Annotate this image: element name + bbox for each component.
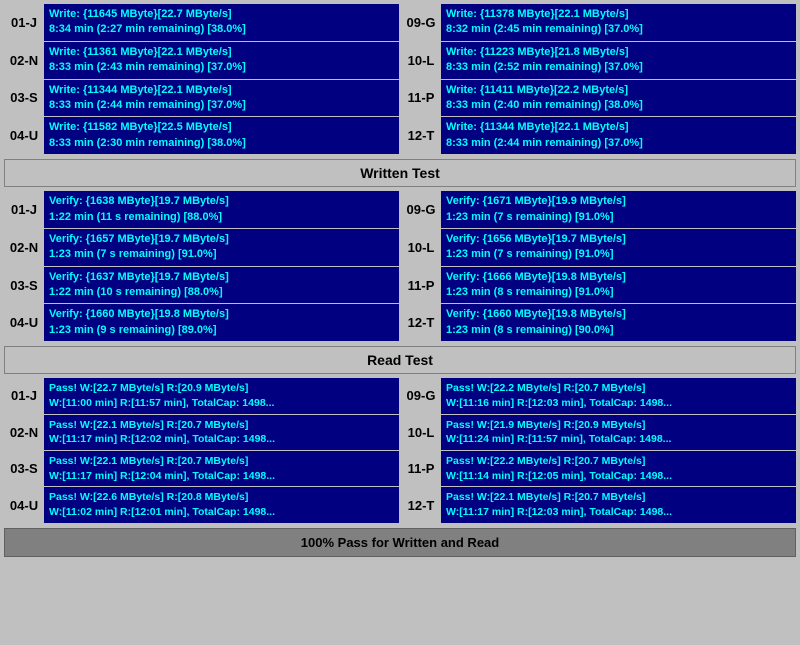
table-row: 10-L Pass! W:[21.9 MByte/s] R:[20.9 MByt…: [401, 415, 796, 450]
row-id: 09-G: [401, 378, 441, 413]
write-cell: Write: {11344 MByte}[22.1 MByte/s] 8:33 …: [44, 80, 399, 117]
row-id: 03-S: [4, 80, 44, 117]
row-id: 11-P: [401, 80, 441, 117]
table-row: 03-S Pass! W:[22.1 MByte/s] R:[20.7 MByt…: [4, 451, 399, 486]
write-cell: Write: {11378 MByte}[22.1 MByte/s] 8:32 …: [441, 4, 796, 41]
table-row: 12-T Write: {11344 MByte}[22.1 MByte/s] …: [401, 117, 796, 154]
row-id: 10-L: [401, 42, 441, 79]
verify-right-col: 09-G Verify: {1671 MByte}[19.9 MByte/s] …: [401, 191, 796, 342]
verify-cell: Verify: {1660 MByte}[19.8 MByte/s] 1:23 …: [441, 304, 796, 341]
verify-cell: Verify: {1657 MByte}[19.7 MByte/s] 1:23 …: [44, 229, 399, 266]
pass-cell: Pass! W:[22.1 MByte/s] R:[20.7 MByte/s] …: [44, 415, 399, 450]
row-id: 09-G: [401, 4, 441, 41]
verify-cell: Verify: {1637 MByte}[19.7 MByte/s] 1:22 …: [44, 267, 399, 304]
written-test-header: Written Test: [4, 159, 796, 187]
write-cell: Write: {11344 MByte}[22.1 MByte/s] 8:33 …: [441, 117, 796, 154]
pass-cell: Pass! W:[22.7 MByte/s] R:[20.9 MByte/s] …: [44, 378, 399, 413]
verify-section: 01-J Verify: {1638 MByte}[19.7 MByte/s] …: [4, 191, 796, 342]
row-id: 12-T: [401, 304, 441, 341]
pass-cell: Pass! W:[21.9 MByte/s] R:[20.9 MByte/s] …: [441, 415, 796, 450]
table-row: 11-P Pass! W:[22.2 MByte/s] R:[20.7 MByt…: [401, 451, 796, 486]
table-row: 12-T Verify: {1660 MByte}[19.8 MByte/s] …: [401, 304, 796, 341]
read-left-col: 01-J Pass! W:[22.7 MByte/s] R:[20.9 MByt…: [4, 378, 399, 524]
row-id: 01-J: [4, 4, 44, 41]
main-container: 01-J Write: {11645 MByte}[22.7 MByte/s] …: [0, 0, 800, 561]
pass-cell: Pass! W:[22.6 MByte/s] R:[20.8 MByte/s] …: [44, 487, 399, 522]
row-id: 12-T: [401, 117, 441, 154]
verify-cell: Verify: {1638 MByte}[19.7 MByte/s] 1:22 …: [44, 191, 399, 228]
table-row: 12-T Pass! W:[22.1 MByte/s] R:[20.7 MByt…: [401, 487, 796, 522]
write-section: 01-J Write: {11645 MByte}[22.7 MByte/s] …: [4, 4, 796, 155]
row-id: 10-L: [401, 229, 441, 266]
row-id: 04-U: [4, 304, 44, 341]
table-row: 10-L Verify: {1656 MByte}[19.7 MByte/s] …: [401, 229, 796, 266]
verify-cell: Verify: {1660 MByte}[19.8 MByte/s] 1:23 …: [44, 304, 399, 341]
read-test-header: Read Test: [4, 346, 796, 374]
table-row: 11-P Write: {11411 MByte}[22.2 MByte/s] …: [401, 80, 796, 117]
read-section: 01-J Pass! W:[22.7 MByte/s] R:[20.9 MByt…: [4, 378, 796, 524]
table-row: 01-J Write: {11645 MByte}[22.7 MByte/s] …: [4, 4, 399, 41]
row-id: 02-N: [4, 229, 44, 266]
table-row: 01-J Pass! W:[22.7 MByte/s] R:[20.9 MByt…: [4, 378, 399, 413]
write-cell: Write: {11361 MByte}[22.1 MByte/s] 8:33 …: [44, 42, 399, 79]
row-id: 12-T: [401, 487, 441, 522]
write-cell: Write: {11223 MByte}[21.8 MByte/s] 8:33 …: [441, 42, 796, 79]
row-id: 09-G: [401, 191, 441, 228]
verify-cell: Verify: {1656 MByte}[19.7 MByte/s] 1:23 …: [441, 229, 796, 266]
write-right-col: 09-G Write: {11378 MByte}[22.1 MByte/s] …: [401, 4, 796, 155]
footer-status: 100% Pass for Written and Read: [4, 528, 796, 557]
table-row: 04-U Verify: {1660 MByte}[19.8 MByte/s] …: [4, 304, 399, 341]
write-cell: Write: {11411 MByte}[22.2 MByte/s] 8:33 …: [441, 80, 796, 117]
table-row: 04-U Pass! W:[22.6 MByte/s] R:[20.8 MByt…: [4, 487, 399, 522]
row-id: 02-N: [4, 42, 44, 79]
table-row: 11-P Verify: {1666 MByte}[19.8 MByte/s] …: [401, 267, 796, 304]
row-id: 04-U: [4, 487, 44, 522]
pass-cell: Pass! W:[22.2 MByte/s] R:[20.7 MByte/s] …: [441, 451, 796, 486]
write-cell: Write: {11645 MByte}[22.7 MByte/s] 8:34 …: [44, 4, 399, 41]
row-id: 03-S: [4, 267, 44, 304]
row-id: 04-U: [4, 117, 44, 154]
row-id: 10-L: [401, 415, 441, 450]
row-id: 02-N: [4, 415, 44, 450]
table-row: 02-N Verify: {1657 MByte}[19.7 MByte/s] …: [4, 229, 399, 266]
table-row: 02-N Pass! W:[22.1 MByte/s] R:[20.7 MByt…: [4, 415, 399, 450]
pass-cell: Pass! W:[22.2 MByte/s] R:[20.7 MByte/s] …: [441, 378, 796, 413]
row-id: 01-J: [4, 191, 44, 228]
verify-cell: Verify: {1666 MByte}[19.8 MByte/s] 1:23 …: [441, 267, 796, 304]
row-id: 01-J: [4, 378, 44, 413]
pass-cell: Pass! W:[22.1 MByte/s] R:[20.7 MByte/s] …: [441, 487, 796, 522]
verify-cell: Verify: {1671 MByte}[19.9 MByte/s] 1:23 …: [441, 191, 796, 228]
table-row: 09-G Verify: {1671 MByte}[19.9 MByte/s] …: [401, 191, 796, 228]
row-id: 11-P: [401, 267, 441, 304]
verify-left-col: 01-J Verify: {1638 MByte}[19.7 MByte/s] …: [4, 191, 399, 342]
write-cell: Write: {11582 MByte}[22.5 MByte/s] 8:33 …: [44, 117, 399, 154]
table-row: 03-S Verify: {1637 MByte}[19.7 MByte/s] …: [4, 267, 399, 304]
table-row: 01-J Verify: {1638 MByte}[19.7 MByte/s] …: [4, 191, 399, 228]
pass-cell: Pass! W:[22.1 MByte/s] R:[20.7 MByte/s] …: [44, 451, 399, 486]
row-id: 03-S: [4, 451, 44, 486]
table-row: 03-S Write: {11344 MByte}[22.1 MByte/s] …: [4, 80, 399, 117]
table-row: 09-G Pass! W:[22.2 MByte/s] R:[20.7 MByt…: [401, 378, 796, 413]
table-row: 10-L Write: {11223 MByte}[21.8 MByte/s] …: [401, 42, 796, 79]
read-right-col: 09-G Pass! W:[22.2 MByte/s] R:[20.7 MByt…: [401, 378, 796, 524]
row-id: 11-P: [401, 451, 441, 486]
table-row: 09-G Write: {11378 MByte}[22.1 MByte/s] …: [401, 4, 796, 41]
write-left-col: 01-J Write: {11645 MByte}[22.7 MByte/s] …: [4, 4, 399, 155]
table-row: 02-N Write: {11361 MByte}[22.1 MByte/s] …: [4, 42, 399, 79]
table-row: 04-U Write: {11582 MByte}[22.5 MByte/s] …: [4, 117, 399, 154]
